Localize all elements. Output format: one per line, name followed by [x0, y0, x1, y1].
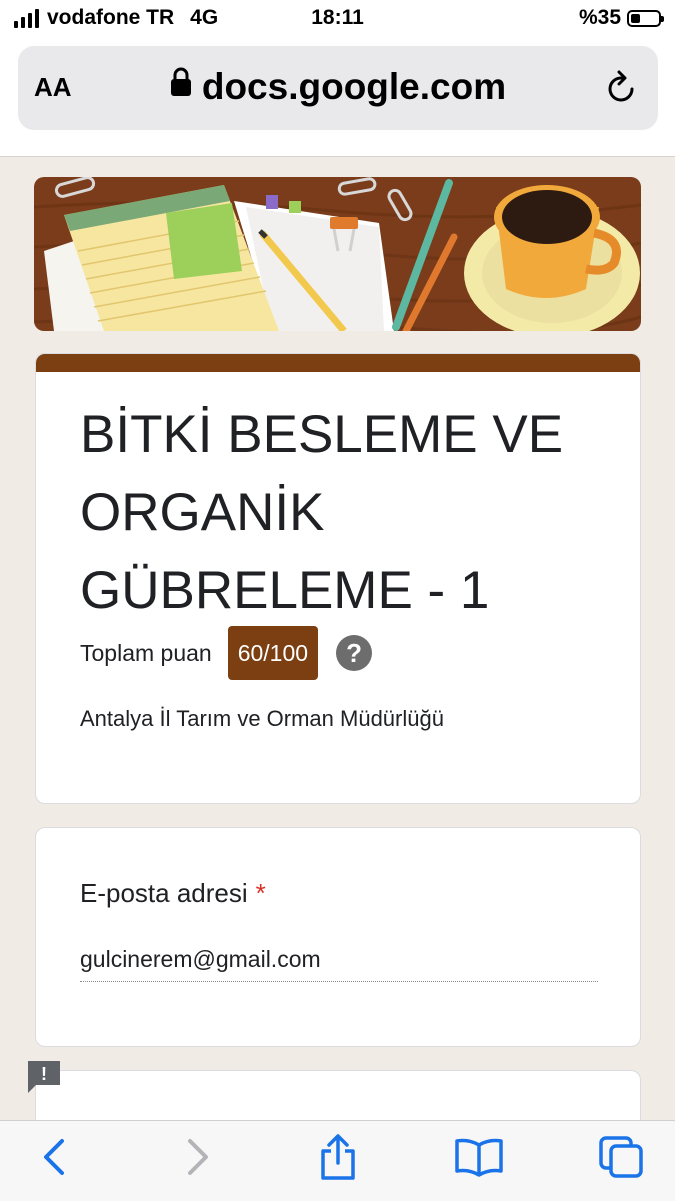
back-icon[interactable]: [40, 1135, 68, 1184]
browser-address-area: AA docs.google.com: [0, 38, 675, 157]
bookmarks-icon[interactable]: [454, 1137, 504, 1182]
tabs-icon[interactable]: [598, 1135, 644, 1184]
email-field[interactable]: gulcinerem@gmail.com: [80, 946, 321, 973]
score-badge: 60/100: [227, 626, 319, 680]
score-label: Toplam puan: [80, 639, 212, 666]
form-description: Antalya İl Tarım ve Orman Müdürlüğü: [80, 706, 444, 731]
reload-icon[interactable]: [606, 70, 638, 109]
status-bar: vodafone TR 4G 18:11 %35: [0, 0, 675, 38]
email-label: E-posta adresi *: [80, 878, 266, 909]
score-row: Toplam puan 60/100 ?: [80, 626, 373, 680]
email-underline: [80, 981, 598, 982]
report-icon-glyph: !: [41, 1064, 47, 1084]
browser-toolbar: [0, 1120, 675, 1201]
form-header-image: [34, 177, 641, 331]
url-text: docs.google.com: [201, 66, 507, 107]
clock: 18:11: [311, 6, 364, 29]
report-issue-icon[interactable]: !: [26, 1059, 60, 1093]
required-marker: *: [255, 878, 266, 908]
forward-icon[interactable]: [184, 1135, 212, 1184]
address-bar[interactable]: AA docs.google.com: [18, 46, 658, 130]
battery-icon: [627, 9, 664, 27]
share-icon[interactable]: [318, 1133, 358, 1186]
form-title: BİTKİ BESLEME VE ORGANİK GÜBRELEME - 1: [80, 405, 564, 620]
url-display[interactable]: docs.google.com: [18, 66, 658, 110]
email-question-card: E-posta adresi * gulcinerem@gmail.com: [35, 827, 641, 1047]
lock-icon: [170, 64, 192, 106]
help-icon[interactable]: ?: [336, 635, 373, 671]
battery-percent: %35: [578, 6, 621, 29]
status-right: %35: [578, 6, 664, 30]
theme-accent-bar: [36, 354, 640, 372]
form-title-card: BİTKİ BESLEME VE ORGANİK GÜBRELEME - 1 T…: [35, 353, 641, 804]
email-label-text: E-posta adresi: [80, 878, 248, 908]
